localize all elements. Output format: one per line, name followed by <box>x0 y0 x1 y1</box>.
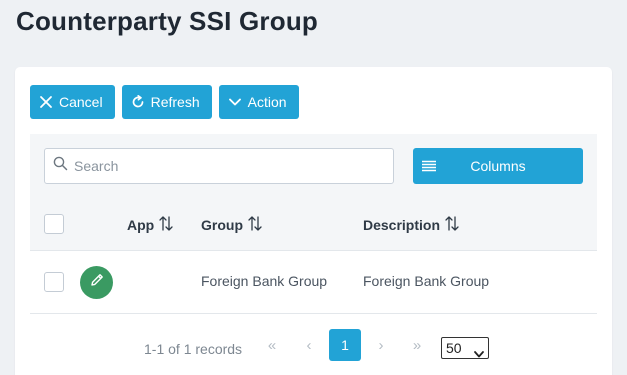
last-page-button[interactable]: » <box>401 329 433 361</box>
grid-header-panel: Columns App Group Description <box>30 134 597 264</box>
row-checkbox[interactable] <box>44 272 64 292</box>
columns-button-label: Columns <box>470 158 526 174</box>
table-header-row: App Group Description <box>30 198 597 250</box>
column-header-description[interactable]: Description <box>363 216 459 234</box>
column-header-app[interactable]: App <box>127 216 173 234</box>
select-all-checkbox[interactable] <box>44 214 64 234</box>
action-button[interactable]: Action <box>218 85 299 119</box>
chevron-down-icon <box>228 95 242 109</box>
pagination: 1-1 of 1 records « ‹ 1 › » 50 <box>30 315 597 375</box>
action-button-label: Action <box>247 94 287 110</box>
edit-button[interactable] <box>80 266 113 299</box>
search-icon <box>53 156 68 176</box>
toolbar: Cancel Refresh Action <box>30 85 299 119</box>
sort-icon <box>248 216 262 234</box>
sort-icon <box>159 216 173 234</box>
refresh-icon <box>131 95 145 109</box>
data-grid: Columns App Group Description <box>30 134 597 375</box>
search-input[interactable] <box>74 158 374 174</box>
search-box[interactable] <box>44 148 394 184</box>
table-row[interactable]: Foreign Bank Group Foreign Bank Group <box>30 250 597 314</box>
column-header-group[interactable]: Group <box>201 216 262 234</box>
cell-group: Foreign Bank Group <box>201 273 328 289</box>
refresh-button[interactable]: Refresh <box>121 85 212 119</box>
first-page-button[interactable]: « <box>256 329 288 361</box>
records-count: 1-1 of 1 records <box>144 341 243 357</box>
next-page-button[interactable]: › <box>365 329 397 361</box>
pencil-icon <box>89 272 105 293</box>
cell-description: Foreign Bank Group <box>363 273 490 289</box>
page-size-value: 50 <box>446 340 462 356</box>
prev-page-button[interactable]: ‹ <box>293 329 325 361</box>
refresh-button-label: Refresh <box>150 94 200 110</box>
main-card: Cancel Refresh Action Search Columns App… <box>15 67 612 375</box>
page-title: Counterparty SSI Group <box>16 6 318 36</box>
cancel-button-label: Cancel <box>59 94 103 110</box>
sort-icon <box>445 216 459 234</box>
close-icon <box>39 95 53 109</box>
page-size-select[interactable]: 50 <box>441 337 489 359</box>
columns-button[interactable]: Columns <box>413 148 583 184</box>
cancel-button[interactable]: Cancel <box>30 85 115 119</box>
chevron-down-icon <box>474 345 484 361</box>
page-1-button[interactable]: 1 <box>329 329 361 361</box>
